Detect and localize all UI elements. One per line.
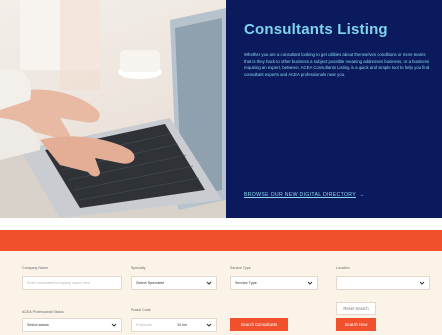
chevron-down-icon bbox=[111, 323, 117, 327]
page-title: Consultants Listing bbox=[244, 21, 388, 38]
professional-status-value: Select status bbox=[27, 323, 49, 327]
chevron-down-icon bbox=[307, 281, 313, 285]
company-name-input[interactable]: Enter consultant/company name here bbox=[22, 276, 122, 290]
search-now-button[interactable]: Search Now bbox=[336, 318, 376, 331]
accent-band bbox=[0, 230, 442, 251]
chevron-down-icon bbox=[206, 323, 212, 327]
hero-laptop-photo bbox=[0, 0, 226, 218]
specialty-value: Select Specialist bbox=[136, 281, 164, 285]
postcode-placeholder: Postcode bbox=[136, 323, 152, 327]
postcode-label: Postal Code bbox=[131, 308, 151, 312]
postcode-input[interactable]: Postcode 10 km bbox=[131, 318, 217, 332]
location-select[interactable] bbox=[336, 276, 430, 290]
service-type-value: Service Type bbox=[235, 281, 257, 285]
company-name-label: Company Name bbox=[22, 266, 48, 270]
location-label: Location bbox=[336, 266, 350, 270]
specialty-select[interactable]: Select Specialist bbox=[131, 276, 217, 290]
hero-section: Consultants Listing Whether you are a co… bbox=[0, 0, 442, 218]
browse-directory-label: BROWSE OUR NEW DIGITAL DIRECTORY bbox=[244, 192, 357, 198]
browse-directory-link[interactable]: BROWSE OUR NEW DIGITAL DIRECTORY → bbox=[244, 192, 365, 198]
service-type-label: Service Type bbox=[230, 266, 251, 270]
chevron-down-icon bbox=[419, 281, 425, 285]
professional-status-select[interactable]: Select status bbox=[22, 318, 122, 332]
specialty-label: Specialty bbox=[131, 266, 146, 270]
arrow-right-icon: → bbox=[359, 192, 365, 198]
chevron-down-icon bbox=[206, 281, 212, 285]
hero-description: Whether you are a consultant looking to … bbox=[244, 52, 430, 77]
reset-search-button[interactable]: Reset Search bbox=[336, 302, 376, 315]
search-form: Company Name Enter consultant/company na… bbox=[0, 251, 442, 335]
search-consultants-button[interactable]: Search Consultants bbox=[230, 318, 288, 331]
hero-info-panel: Consultants Listing Whether you are a co… bbox=[226, 0, 442, 218]
professional-status-label: ACEA Professional Status bbox=[22, 310, 64, 314]
radius-value[interactable]: 10 km bbox=[177, 323, 187, 327]
service-type-select[interactable]: Service Type bbox=[230, 276, 318, 290]
